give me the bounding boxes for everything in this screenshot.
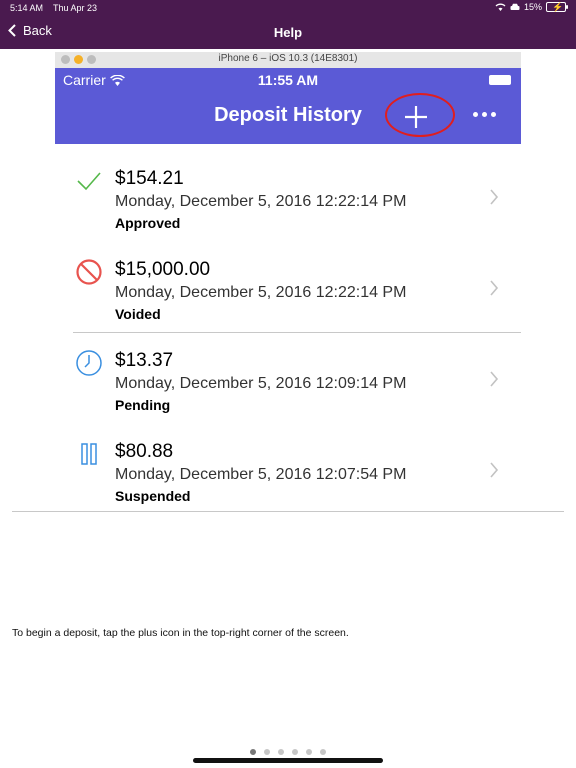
more-dot <box>491 112 496 117</box>
page-indicator[interactable] <box>0 749 576 755</box>
deposit-date: Monday, December 5, 2016 12:07:54 PM <box>115 466 407 483</box>
status-date: Thu Apr 23 <box>53 3 98 13</box>
battery-icon: ⚡ <box>546 2 568 12</box>
ipad-top-bar: 5:14 AM Thu Apr 23 15% ⚡ Back Help <box>0 0 576 49</box>
status-icons: 15% ⚡ <box>495 2 568 12</box>
plus-icon[interactable] <box>400 101 432 133</box>
page-title: Help <box>273 25 303 40</box>
wifi-icon <box>495 3 506 11</box>
deposit-date: Monday, December 5, 2016 12:09:14 PM <box>115 375 407 392</box>
status-time: 5:14 AM <box>10 3 44 13</box>
deposit-date: Monday, December 5, 2016 12:22:14 PM <box>115 284 407 301</box>
chevron-right-icon <box>490 189 499 205</box>
battery-icon <box>489 75 511 85</box>
ios-time: 11:55 AM <box>257 72 319 88</box>
clock-icon <box>76 350 102 376</box>
page-dot[interactable] <box>292 749 298 755</box>
prohibited-icon <box>76 259 102 285</box>
deposit-amount: $154.21 <box>115 168 184 189</box>
deposit-row-pending[interactable]: $13.37 Monday, December 5, 2016 12:09:14… <box>55 327 521 418</box>
more-dot <box>482 112 487 117</box>
page-dot[interactable] <box>264 749 270 755</box>
battery-percent: 15% <box>523 2 542 12</box>
car-icon <box>510 3 520 10</box>
deposit-amount: $80.88 <box>115 441 174 462</box>
simulator-window-title: iPhone 6 – iOS 10.3 (14E8301) <box>218 53 358 64</box>
deposit-status: Pending <box>115 397 171 413</box>
bottom-divider <box>12 511 564 512</box>
check-icon <box>77 172 101 191</box>
deposit-date: Monday, December 5, 2016 12:22:14 PM <box>115 193 407 210</box>
home-indicator[interactable] <box>193 758 383 763</box>
page-dot[interactable] <box>320 749 326 755</box>
page-dot-active[interactable] <box>250 749 256 755</box>
page-dot[interactable] <box>278 749 284 755</box>
more-dot <box>473 112 478 117</box>
chevron-right-icon <box>490 462 499 478</box>
chevron-right-icon <box>490 371 499 387</box>
deposit-amount: $13.37 <box>115 350 174 371</box>
deposit-amount: $15,000.00 <box>115 259 211 280</box>
deposit-status: Approved <box>115 215 181 231</box>
help-text: To begin a deposit, tap the plus icon in… <box>12 627 349 639</box>
deposit-status: Voided <box>115 306 161 322</box>
ios-header: Carrier 11:55 AM Deposit History <box>55 68 521 144</box>
page-dot[interactable] <box>306 749 312 755</box>
chevron-right-icon <box>490 280 499 296</box>
pause-icon <box>81 443 97 465</box>
deposit-row-approved[interactable]: $154.21 Monday, December 5, 2016 12:22:1… <box>55 145 521 236</box>
deposit-status: Suspended <box>115 488 191 504</box>
deposit-row-voided[interactable]: $15,000.00 Monday, December 5, 2016 12:2… <box>55 236 521 327</box>
more-button[interactable] <box>473 112 496 117</box>
simulator-title-bar: iPhone 6 – iOS 10.3 (14E8301) <box>55 52 521 69</box>
deposit-row-suspended[interactable]: $80.88 Monday, December 5, 2016 12:07:54… <box>55 418 521 509</box>
